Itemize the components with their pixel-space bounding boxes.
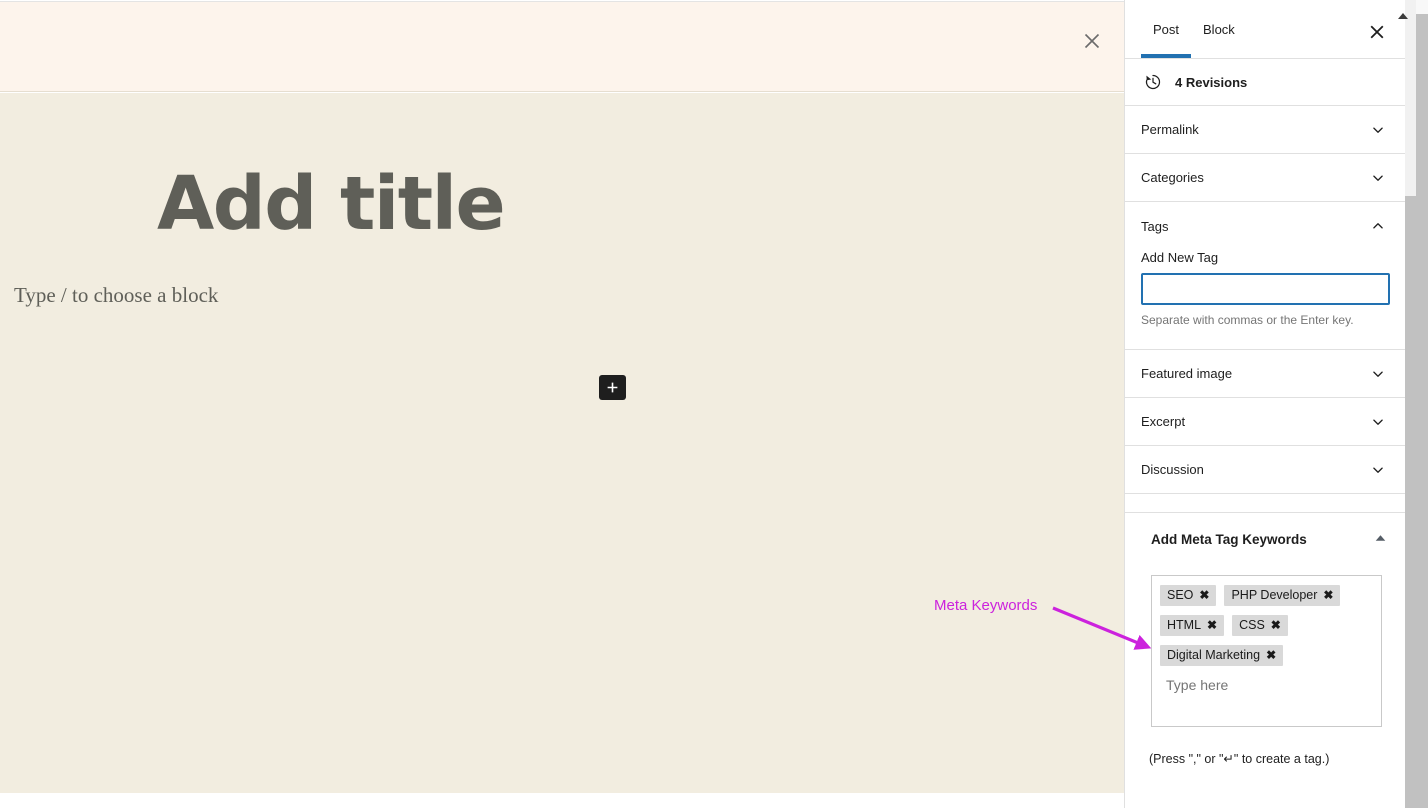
remove-keyword-icon[interactable]: ✖ xyxy=(1266,649,1276,661)
chevron-up-icon xyxy=(1366,214,1390,238)
editor-area: Add title Type / to choose a block xyxy=(0,0,1124,808)
chevron-down-icon xyxy=(1366,166,1390,190)
remove-keyword-icon[interactable]: ✖ xyxy=(1323,589,1333,601)
block-placeholder-text[interactable]: Type / to choose a block xyxy=(14,283,218,308)
chevron-down-icon xyxy=(1366,458,1390,482)
sidebar-scroll-content: Post Block 4 Revisions Permalink Categor… xyxy=(1125,0,1405,776)
scroll-up-arrow-icon[interactable] xyxy=(1397,8,1409,19)
keyword-chip-label: PHP Developer xyxy=(1231,588,1318,602)
remove-keyword-icon[interactable]: ✖ xyxy=(1199,589,1209,601)
panel-excerpt-label: Excerpt xyxy=(1141,414,1186,429)
revisions-row[interactable]: 4 Revisions xyxy=(1125,59,1405,106)
tab-block[interactable]: Block xyxy=(1191,0,1247,58)
panel-categories-label: Categories xyxy=(1141,170,1204,185)
panel-tags-body: Add New Tag Separate with commas or the … xyxy=(1125,250,1405,350)
panel-excerpt[interactable]: Excerpt xyxy=(1125,398,1405,446)
chip-row: Digital Marketing ✖ xyxy=(1160,645,1373,666)
caret-up-icon[interactable] xyxy=(1375,534,1386,544)
tab-block-label: Block xyxy=(1203,21,1235,37)
meta-keyword-input[interactable] xyxy=(1160,675,1373,699)
plus-icon xyxy=(607,382,618,393)
revisions-label: 4 Revisions xyxy=(1175,74,1248,90)
keyword-chip-label: SEO xyxy=(1167,588,1194,602)
keyword-chip[interactable]: HTML ✖ xyxy=(1160,615,1225,636)
keyword-chip-label: HTML xyxy=(1167,618,1202,632)
panel-discussion-label: Discussion xyxy=(1141,462,1204,477)
sidebar-scrollbar-thumb[interactable] xyxy=(1405,196,1416,808)
keyword-chip[interactable]: PHP Developer ✖ xyxy=(1224,585,1341,606)
history-clock-icon xyxy=(1141,70,1165,94)
add-new-tag-hint: Separate with commas or the Enter key. xyxy=(1141,313,1354,327)
remove-keyword-icon[interactable]: ✖ xyxy=(1271,619,1281,631)
keyword-chip-label: CSS xyxy=(1239,618,1265,632)
keyword-chip-label: Digital Marketing xyxy=(1167,648,1261,662)
sidebar-scrollbar[interactable] xyxy=(1405,0,1416,808)
panel-meta-tag-keywords-header[interactable]: Add Meta Tag Keywords xyxy=(1125,513,1405,565)
editor-notice-bar xyxy=(0,1,1124,92)
panel-tags-header[interactable]: Tags xyxy=(1125,202,1405,250)
panel-featured-image[interactable]: Featured image xyxy=(1125,350,1405,398)
remove-keyword-icon[interactable]: ✖ xyxy=(1207,619,1217,631)
panel-permalink-label: Permalink xyxy=(1141,122,1199,137)
sidebar-tablist: Post Block xyxy=(1125,0,1405,59)
panel-featured-image-label: Featured image xyxy=(1141,366,1233,381)
panel-tags-label: Tags xyxy=(1141,218,1169,234)
tab-post-label: Post xyxy=(1153,21,1180,37)
chip-row: SEO ✖ PHP Developer ✖ xyxy=(1160,585,1373,606)
chevron-down-icon xyxy=(1366,118,1390,142)
add-new-tag-input[interactable] xyxy=(1141,273,1390,305)
chip-row: HTML ✖ CSS ✖ xyxy=(1160,615,1373,636)
settings-sidebar: Post Block 4 Revisions Permalink Categor… xyxy=(1124,0,1405,808)
page-scrollbar-thumb[interactable] xyxy=(1416,14,1428,808)
panel-permalink[interactable]: Permalink xyxy=(1125,106,1405,154)
app-root: Add title Type / to choose a block Post … xyxy=(0,0,1428,808)
panel-categories[interactable]: Categories xyxy=(1125,154,1405,202)
keyword-chip[interactable]: Digital Marketing ✖ xyxy=(1160,645,1284,666)
add-new-tag-label: Add New Tag xyxy=(1141,250,1219,265)
meta-keywords-box[interactable]: SEO ✖ PHP Developer ✖ HTML ✖ CSS ✖ Digit… xyxy=(1151,575,1382,727)
close-icon[interactable] xyxy=(1362,17,1392,47)
keyword-chip[interactable]: SEO ✖ xyxy=(1160,585,1217,606)
tab-post[interactable]: Post xyxy=(1141,0,1192,58)
panel-tags: Tags Add New Tag Separate with commas or… xyxy=(1125,202,1405,350)
panel-meta-tag-keywords: Add Meta Tag Keywords SEO ✖ PHP Develope… xyxy=(1125,513,1405,776)
chevron-down-icon xyxy=(1366,362,1390,386)
editor-canvas: Add title Type / to choose a block xyxy=(0,93,1124,793)
block-inserter-button[interactable] xyxy=(599,375,626,400)
meta-keywords-hint: (Press "," or "↵" to create a tag.) xyxy=(1149,752,1330,766)
chevron-down-icon xyxy=(1366,410,1390,434)
page-scrollbar[interactable] xyxy=(1416,0,1428,808)
post-title-placeholder[interactable]: Add title xyxy=(157,167,506,241)
panel-meta-tag-keywords-title: Add Meta Tag Keywords xyxy=(1151,531,1307,547)
keyword-chip[interactable]: CSS ✖ xyxy=(1232,615,1288,636)
panel-discussion[interactable]: Discussion xyxy=(1125,446,1405,494)
panel-separator xyxy=(1125,494,1405,513)
close-icon[interactable] xyxy=(1075,24,1109,58)
meta-keyword-chip-list: SEO ✖ PHP Developer ✖ HTML ✖ CSS ✖ Digit… xyxy=(1160,585,1373,666)
